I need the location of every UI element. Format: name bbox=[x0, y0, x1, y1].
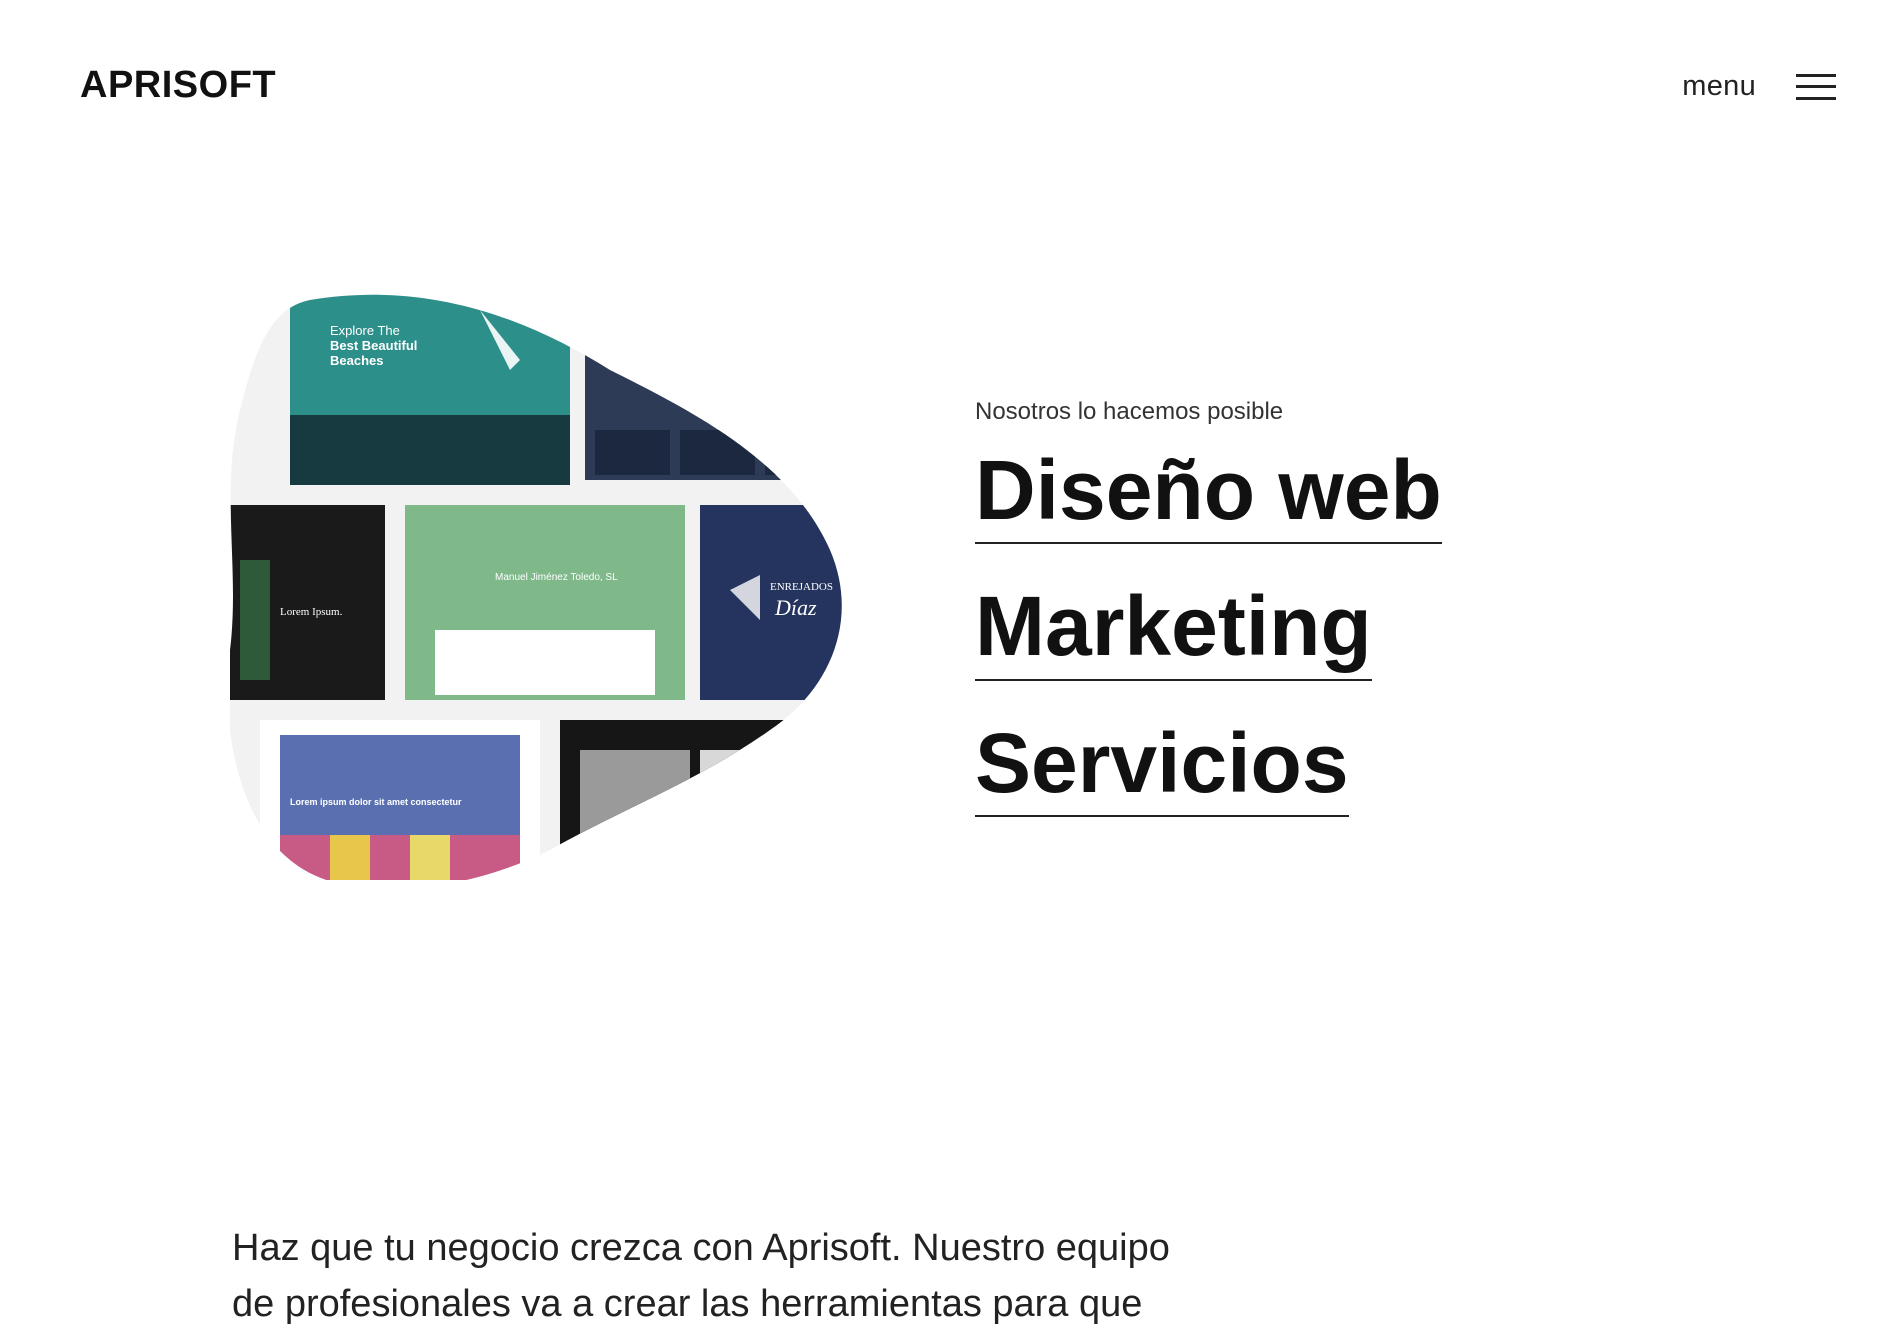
svg-text:ENREJADOS: ENREJADOS bbox=[770, 581, 833, 593]
intro-line: de profesionales va a crear las herramie… bbox=[232, 1283, 1143, 1325]
svg-text:Beaches: Beaches bbox=[330, 353, 383, 368]
svg-text:Best Beautiful: Best Beautiful bbox=[330, 338, 417, 353]
service-link-marketing[interactable]: Marketing bbox=[975, 580, 1372, 681]
service-link-servicios[interactable]: Servicios bbox=[975, 716, 1349, 818]
svg-text:Manuel Jiménez Toledo, SL: Manuel Jiménez Toledo, SL bbox=[495, 572, 618, 583]
svg-text:Lorem Ipsum.: Lorem Ipsum. bbox=[280, 606, 343, 618]
svg-text:Díaz: Díaz bbox=[774, 595, 817, 620]
intro-paragraph: Haz que tu negocio crezca con Aprisoft. … bbox=[232, 1220, 1312, 1332]
svg-text:Lorem ipsum dolor sit amet con: Lorem ipsum dolor sit amet consectetur bbox=[290, 797, 462, 807]
site-logo[interactable]: APRISOFT bbox=[80, 64, 276, 107]
portfolio-mosaic-image: Explore The Best Beautiful Beaches Lorem… bbox=[230, 294, 842, 890]
intro-line: Haz que tu negocio crezca con Aprisoft. … bbox=[232, 1227, 1170, 1269]
portfolio-mosaic: Explore The Best Beautiful Beaches Lorem… bbox=[230, 290, 850, 910]
menu-toggle[interactable]: menu bbox=[1682, 70, 1836, 103]
hamburger-icon[interactable] bbox=[1796, 73, 1836, 100]
tile-ocean-heading: Explore The bbox=[330, 323, 400, 338]
menu-label: menu bbox=[1682, 70, 1756, 102]
service-link-diseno-web[interactable]: Diseño web bbox=[975, 444, 1442, 545]
hero-text: Nosotros lo hacemos posible Diseño web M… bbox=[975, 398, 1442, 853]
hero-eyebrow: Nosotros lo hacemos posible bbox=[975, 398, 1284, 425]
